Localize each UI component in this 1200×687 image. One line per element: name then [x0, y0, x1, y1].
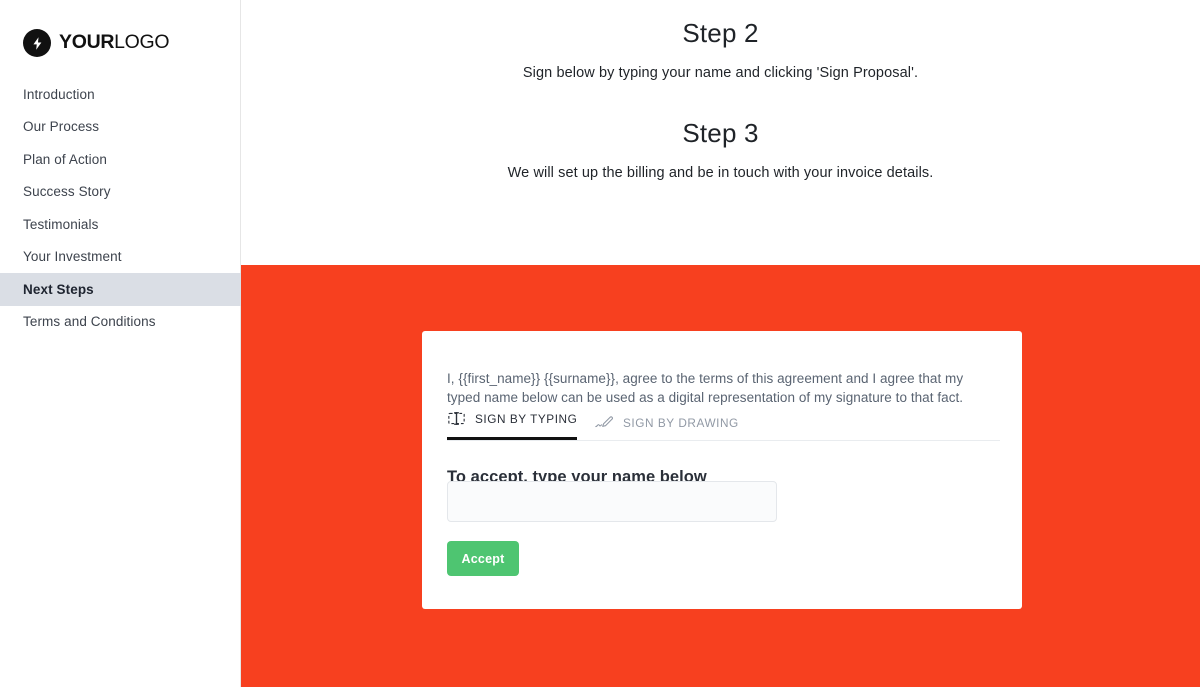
sidebar: YOURLOGO Introduction Our Process Plan o…	[0, 0, 241, 687]
logo-text-strong: YOUR	[59, 31, 115, 54]
sidebar-item-label: Testimonials	[23, 216, 99, 232]
signature-card: I, {{first_name}} {{surname}}, agree to …	[422, 331, 1022, 609]
proposal-page: YOURLOGO Introduction Our Process Plan o…	[0, 0, 1200, 687]
sidebar-item-label: Success Story	[23, 184, 111, 200]
signature-pen-icon	[595, 414, 613, 432]
sidebar-item-label: Terms and Conditions	[23, 314, 156, 330]
tab-sign-by-typing[interactable]: SIGN BY TYPING	[447, 405, 578, 440]
signature-tabs: SIGN BY TYPING SIGN BY DRAWING	[447, 405, 1000, 441]
sidebar-item-our-process[interactable]: Our Process	[0, 111, 241, 144]
sidebar-item-your-investment[interactable]: Your Investment	[0, 241, 241, 274]
sidebar-item-label: Our Process	[23, 119, 100, 135]
step-2-title: Step 2	[682, 18, 759, 48]
step-2-subtitle: Sign below by typing your name and click…	[522, 65, 919, 81]
tab-label: SIGN BY TYPING	[475, 411, 578, 426]
sidebar-item-label: Introduction	[23, 86, 95, 102]
sidebar-item-next-steps[interactable]: Next Steps	[0, 273, 241, 306]
step-3-subtitle: We will set up the billing and be in tou…	[507, 165, 934, 181]
logo-text-light: LOGO	[114, 31, 170, 54]
sidebar-item-plan-of-action[interactable]: Plan of Action	[0, 143, 241, 176]
sidebar-item-label: Plan of Action	[23, 151, 107, 167]
tab-sign-by-drawing[interactable]: SIGN BY DRAWING	[595, 405, 739, 440]
lightning-bolt-icon	[23, 29, 51, 57]
sidebar-item-introduction[interactable]: Introduction	[0, 78, 241, 111]
sidebar-item-success-story[interactable]: Success Story	[0, 176, 241, 209]
text-input-icon	[447, 410, 465, 428]
sidebar-item-testimonials[interactable]: Testimonials	[0, 208, 241, 241]
accept-button[interactable]: Accept	[447, 541, 519, 576]
sidebar-item-label: Your Investment	[23, 249, 122, 265]
agreement-text: I, {{first_name}} {{surname}}, agree to …	[447, 370, 964, 405]
signature-name-input[interactable]	[447, 481, 777, 522]
tab-label: SIGN BY DRAWING	[623, 415, 739, 430]
logo-text: YOURLOGO	[59, 31, 170, 54]
sidebar-item-label: Next Steps	[23, 281, 94, 297]
sidebar-nav: Introduction Our Process Plan of Action …	[0, 78, 241, 338]
sidebar-item-terms-and-conditions[interactable]: Terms and Conditions	[0, 306, 241, 339]
logo[interactable]: YOURLOGO	[23, 29, 170, 57]
step-3-title: Step 3	[682, 118, 759, 148]
